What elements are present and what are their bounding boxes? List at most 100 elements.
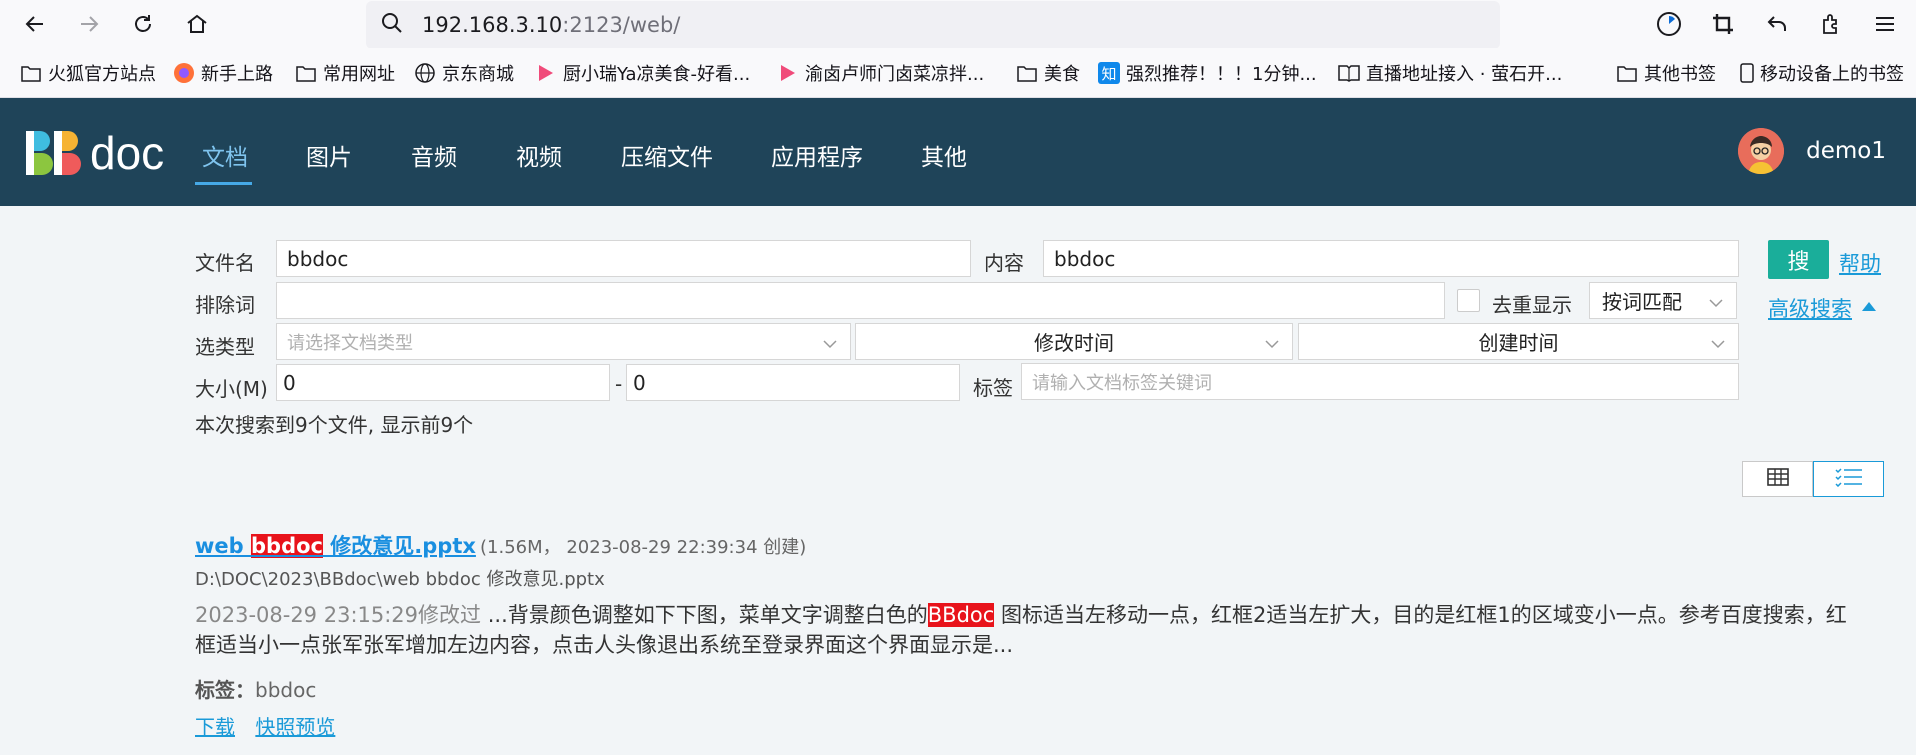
nav-applications[interactable]: 应用程序 bbox=[771, 138, 863, 172]
help-link[interactable]: 帮助 bbox=[1839, 248, 1881, 278]
menu-icon[interactable] bbox=[1870, 9, 1900, 39]
table-icon bbox=[1766, 468, 1789, 490]
bookmark-item[interactable]: 京东商城 bbox=[414, 61, 514, 85]
bookmark-item[interactable]: 渝卤卢师门卤菜凉拌... bbox=[777, 61, 984, 85]
created-time-select[interactable]: 创建时间 bbox=[1298, 323, 1739, 360]
url-path: :2123/web/ bbox=[562, 13, 681, 37]
bookmark-item[interactable]: 火狐官方站点 bbox=[20, 61, 156, 85]
bbdoc-logo[interactable]: doc bbox=[24, 127, 165, 179]
bookmarks-bar: 火狐官方站点 新手上路 常用网址 京东商城 厨小瑞Ya凉美食-好看... 渝卤卢… bbox=[0, 48, 1916, 98]
bookmark-item[interactable]: 新手上路 bbox=[173, 61, 273, 85]
chevron-down-icon bbox=[1710, 333, 1726, 357]
home-icon[interactable] bbox=[182, 9, 212, 39]
extensions-icon[interactable] bbox=[1816, 9, 1846, 39]
firefox-icon bbox=[173, 62, 195, 84]
result-actions: 下载 快照预览 bbox=[195, 711, 349, 740]
snapshot-preview-link[interactable]: 快照预览 bbox=[255, 715, 335, 739]
globe-icon bbox=[414, 62, 436, 84]
nav-video[interactable]: 视频 bbox=[516, 138, 562, 172]
bookmark-label: 强烈推荐！！！1分钟... bbox=[1126, 64, 1317, 85]
match-mode-select[interactable]: 按词匹配 bbox=[1589, 282, 1737, 319]
exclude-input[interactable] bbox=[276, 282, 1445, 319]
result-meta: (1.56M， 2023-08-29 22:39:34 创建) bbox=[480, 537, 807, 558]
size-min-input[interactable]: 0 bbox=[276, 364, 610, 401]
nav-other[interactable]: 其他 bbox=[921, 138, 967, 172]
modified-time-value: 修改时间 bbox=[1034, 331, 1114, 355]
bookmark-label: 美食 bbox=[1044, 64, 1080, 85]
bookmark-label: 火狐官方站点 bbox=[48, 64, 156, 85]
filename-input[interactable]: bbdoc bbox=[276, 240, 971, 277]
result-modified: 2023-08-29 23:15:29修改过 bbox=[195, 603, 482, 627]
dedup-checkbox[interactable] bbox=[1457, 289, 1480, 312]
bookmark-label: 常用网址 bbox=[323, 64, 395, 85]
result-path: D:\DOC\2023\BBdoc\web bbdoc 修改意见.pptx bbox=[195, 569, 605, 590]
snippet-pre: ...背景颜色调整如下下图，菜单文字调整白色的 bbox=[481, 603, 928, 627]
search-icon bbox=[380, 11, 404, 39]
bookmark-label: 新手上路 bbox=[201, 64, 273, 85]
reload-icon[interactable] bbox=[128, 9, 158, 39]
back-icon[interactable] bbox=[20, 9, 50, 39]
url-text: 192.168.3.10:2123/web/ bbox=[422, 13, 680, 37]
bookmark-item[interactable]: 常用网址 bbox=[295, 61, 395, 85]
grid-view-button[interactable] bbox=[1742, 461, 1813, 497]
undo-icon[interactable] bbox=[1762, 9, 1792, 39]
bookmark-label: 京东商城 bbox=[442, 64, 514, 85]
bookmark-item[interactable]: 直播地址接入 · 萤石开... bbox=[1338, 61, 1562, 85]
nav-audio[interactable]: 音频 bbox=[411, 138, 457, 172]
bookmark-item[interactable]: 美食 bbox=[1016, 61, 1080, 85]
nav-documents[interactable]: 文档 bbox=[202, 138, 248, 172]
result-summary: 本次搜索到9个文件, 显示前9个 bbox=[195, 413, 474, 437]
tag-placeholder: 请输入文档标签关键词 bbox=[1032, 372, 1212, 394]
list-icon bbox=[1834, 467, 1864, 491]
result-snippet: 2023-08-29 23:15:29修改过 ...背景颜色调整如下下图，菜单文… bbox=[195, 600, 1855, 660]
logo-text: doc bbox=[90, 127, 165, 179]
nav-active-indicator bbox=[195, 182, 252, 185]
doc-type-select[interactable]: 请选择文档类型 bbox=[276, 323, 851, 360]
snippet-highlight: BBdoc bbox=[927, 603, 995, 627]
modified-time-select[interactable]: 修改时间 bbox=[855, 323, 1293, 360]
bookmark-label: 厨小瑞Ya凉美食-好看... bbox=[563, 64, 751, 85]
download-link[interactable]: 下载 bbox=[195, 715, 235, 739]
content-label: 内容 bbox=[984, 251, 1024, 275]
zhihu-icon: 知 bbox=[1098, 62, 1120, 84]
view-toggle bbox=[1742, 461, 1884, 497]
caret-up-icon[interactable] bbox=[1861, 297, 1877, 316]
size-label: 大小(M) bbox=[195, 377, 268, 401]
search-button[interactable]: 搜 bbox=[1768, 240, 1829, 279]
forward-icon[interactable] bbox=[74, 9, 104, 39]
doc-type-placeholder: 请选择文档类型 bbox=[287, 332, 413, 354]
user-menu[interactable]: demo1 bbox=[1738, 128, 1886, 174]
bookmark-label: 直播地址接入 · 萤石开... bbox=[1366, 64, 1563, 85]
folder-icon bbox=[20, 62, 42, 84]
bookmark-label: 渝卤卢师门卤菜凉拌... bbox=[805, 64, 985, 85]
nav-archives[interactable]: 压缩文件 bbox=[621, 138, 713, 172]
folder-icon bbox=[1616, 62, 1638, 84]
bookmark-item[interactable]: 厨小瑞Ya凉美食-好看... bbox=[535, 61, 750, 85]
chevron-down-icon bbox=[1264, 333, 1280, 357]
app-header: doc 文档 图片 音频 视频 压缩文件 应用程序 其他 demo1 bbox=[0, 98, 1916, 206]
bb-logo-mark bbox=[26, 131, 81, 175]
book-icon bbox=[1338, 62, 1360, 84]
bookmark-item[interactable]: 知 强烈推荐！！！1分钟... bbox=[1098, 61, 1317, 85]
result-title-pre: web bbox=[195, 534, 251, 558]
tags-value: bbdoc bbox=[255, 678, 317, 702]
avatar[interactable] bbox=[1738, 128, 1785, 174]
advanced-search-link[interactable]: 高级搜索 bbox=[1768, 293, 1852, 323]
address-bar[interactable]: 192.168.3.10:2123/web/ bbox=[366, 1, 1500, 49]
content-input[interactable]: bbdoc bbox=[1043, 240, 1739, 277]
browser-toolbar: 192.168.3.10:2123/web/ bbox=[0, 0, 1916, 49]
tags-label: 标签： bbox=[195, 678, 255, 702]
bookmark-item[interactable]: 移动设备上的书签 bbox=[1736, 61, 1904, 85]
nav-images[interactable]: 图片 bbox=[306, 138, 352, 172]
username: demo1 bbox=[1806, 138, 1886, 164]
list-view-button[interactable] bbox=[1813, 461, 1884, 497]
size-max-input[interactable]: 0 bbox=[626, 364, 960, 401]
dedup-label: 去重显示 bbox=[1492, 293, 1572, 317]
result-title-link[interactable]: web bbdoc 修改意见.pptx bbox=[195, 530, 476, 560]
bookmark-item[interactable]: 其他书签 bbox=[1616, 61, 1716, 85]
tag-input[interactable]: 请输入文档标签关键词 bbox=[1021, 363, 1739, 400]
timer-icon[interactable] bbox=[1654, 9, 1684, 39]
size-range-dash: - bbox=[615, 372, 623, 396]
exclude-label: 排除词 bbox=[195, 293, 255, 317]
crop-icon[interactable] bbox=[1708, 9, 1738, 39]
